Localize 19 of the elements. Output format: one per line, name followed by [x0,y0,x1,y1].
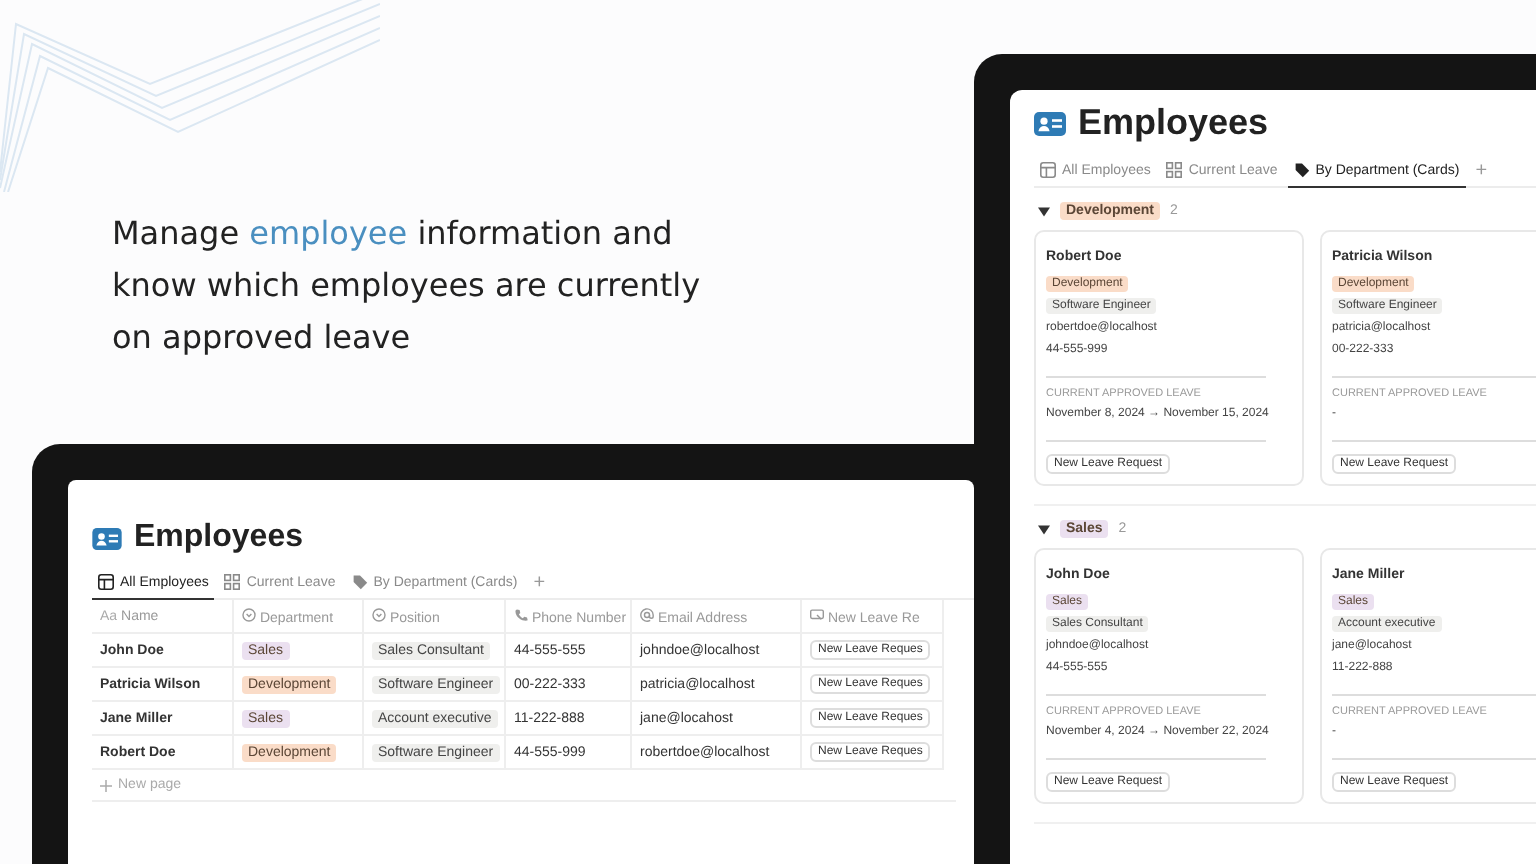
phone-icon [514,607,528,621]
table-icon [98,574,114,590]
cursor-button-icon [810,607,824,621]
contact-card-icon [1034,111,1066,135]
caret-icon[interactable] [1038,205,1050,217]
page-title: Employees [134,520,303,556]
tag-icon [351,574,368,590]
grid-icon [1166,162,1183,178]
tag-icon [1293,162,1310,178]
headline: Manage employee information and know which employees are currently on approved leave [112,212,703,360]
plus-icon [100,779,112,791]
contact-card-icon [92,527,122,549]
at-sign-icon [640,607,654,621]
caret-icon[interactable] [1038,523,1050,535]
select-icon [242,607,256,621]
page-title: Employees [1078,102,1269,144]
select-icon [372,607,386,621]
grid-icon [224,574,241,590]
table-icon [1040,162,1056,178]
